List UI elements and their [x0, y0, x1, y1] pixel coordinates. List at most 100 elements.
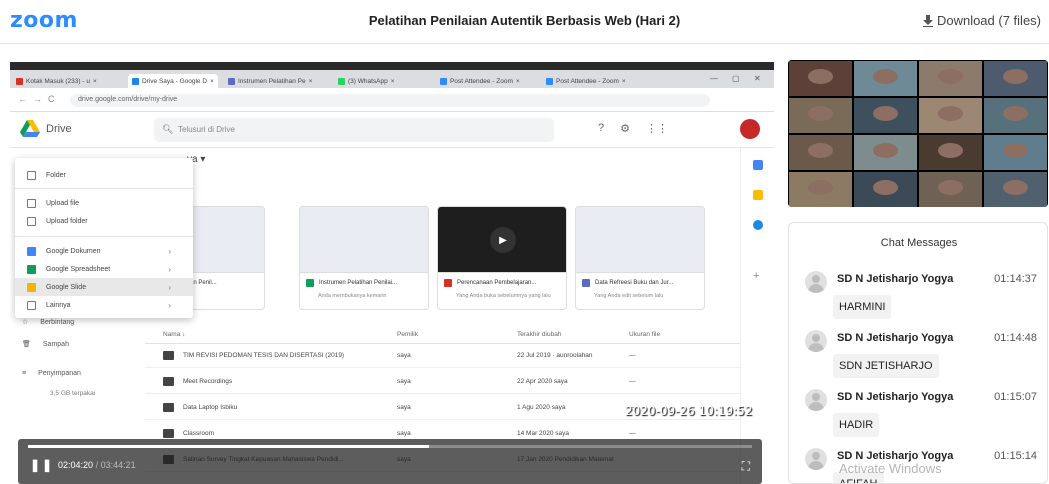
download-icon	[922, 14, 933, 27]
new-menu-item[interactable]: Google Spreadsheet ›	[15, 260, 193, 278]
participant-video-tile	[918, 60, 983, 97]
fullscreen-button[interactable]: ⛶	[742, 459, 750, 474]
pause-button[interactable]: ❚❚	[30, 458, 54, 472]
participant-video-tile	[788, 97, 853, 134]
playback-time: 02:04:20 / 03:44:21	[58, 460, 136, 470]
participant-face	[1002, 179, 1029, 196]
chat-time: 01:14:48	[994, 332, 1037, 344]
progress-bar[interactable]	[28, 445, 752, 448]
folder-icon	[163, 351, 174, 360]
chat-title: Chat Messages	[880, 237, 958, 249]
recording-timestamp: 2020-09-26 10:19:52	[625, 404, 753, 418]
tab-favicon-icon	[546, 77, 553, 85]
drive-logo-icon	[20, 120, 40, 137]
participant-video-tile	[853, 60, 918, 97]
address-bar: ←→C drive.google.com/drive/my-drive	[10, 88, 774, 112]
table-row[interactable]: Meet Recordings saya 22 Apr 2020 saya —	[145, 370, 740, 394]
quick-access-card[interactable]: ▶ Perencanaan Pembelajaran... Yang Anda bu…	[437, 206, 567, 310]
browser-tab[interactable]: Kotak Masuk (233) - u ×	[16, 74, 97, 88]
storage-text: 3,5 GB terpakai	[50, 390, 96, 397]
chevron-right-icon: ›	[168, 300, 171, 310]
avatar	[740, 119, 760, 139]
participant-gallery	[788, 60, 1048, 207]
file-type-icon	[306, 279, 314, 287]
participant-video-tile	[983, 60, 1048, 97]
participant-video-tile	[788, 134, 853, 171]
file-type-icon	[27, 216, 36, 226]
storage-icon: ≡	[22, 370, 27, 377]
participant-face	[1002, 68, 1029, 85]
chevron-right-icon: ›	[168, 246, 171, 256]
tab-favicon-icon	[440, 77, 447, 85]
star-icon: ☆	[22, 319, 29, 326]
participant-video-tile	[983, 134, 1048, 171]
nav-arrows-icon: ←→C	[18, 94, 61, 104]
chat-sender: SD N Jetisharjo Yogya	[837, 273, 954, 285]
search-icon: 🔍︎	[162, 124, 174, 134]
folder-icon	[163, 377, 174, 386]
table-row[interactable]: TIM REVISI PEDOMAN TESIS DAN DISERTASI (…	[145, 344, 740, 368]
browser-tab[interactable]: Instrumen Pelatihan Pe ×	[228, 74, 312, 88]
drive-header: Drive 🔍︎ Telusuri di Drive ? ⚙ ⋮⋮	[10, 112, 774, 148]
browser-tabstrip: Kotak Masuk (233) - u × Drive Saya - Googl…	[10, 62, 774, 88]
sidebar-item-starred: ☆ Berbintang	[22, 318, 75, 327]
close-icon: ×	[92, 77, 97, 85]
participant-face	[1002, 142, 1029, 159]
card-thumbnail: ▶	[438, 207, 566, 273]
chevron-right-icon: ›	[168, 264, 171, 274]
browser-tab[interactable]: Post Attendee - Zoom ×	[546, 74, 626, 88]
quick-access-card[interactable]: Data Refreesi Buku dan Jur... Yang Anda e…	[575, 206, 705, 310]
participant-face	[872, 105, 899, 122]
participant-face	[872, 179, 899, 196]
top-bar: zoom Pelatihan Penilaian Autentik Berbas…	[0, 0, 1049, 44]
maximize-icon: ▢	[732, 74, 740, 83]
participant-face	[1002, 105, 1029, 122]
participant-face	[807, 68, 834, 85]
file-type-icon	[27, 246, 36, 256]
sidebar-item-trash: 🗑︎ Sampah	[22, 340, 69, 349]
chat-sender: SD N Jetisharjo Yogya	[837, 391, 954, 403]
chevron-right-icon: ›	[168, 282, 171, 292]
participant-face	[872, 68, 899, 85]
file-type-icon	[582, 279, 590, 287]
browser-tab[interactable]: (3) WhatsApp ×	[338, 74, 395, 88]
browser-tab[interactable]: Drive Saya - Google D ×	[128, 74, 218, 88]
chat-text: HARMINI	[833, 295, 892, 319]
close-icon: ×	[390, 77, 395, 85]
participant-video-tile	[918, 134, 983, 171]
chat-message: SD N Jetisharjo Yogya 01:14:37 HARMINI	[789, 269, 1047, 329]
meeting-title: Pelatihan Penilaian Autentik Berbasis We…	[368, 13, 681, 28]
new-menu-item[interactable]: Upload folder	[15, 212, 193, 230]
screen-share-video[interactable]: Kotak Masuk (233) - u × Drive Saya - Googl…	[10, 62, 774, 484]
new-menu-item[interactable]: Google Slide ›	[15, 278, 193, 296]
participant-video-tile	[788, 171, 853, 207]
close-icon: ✕	[754, 74, 761, 83]
participant-face	[807, 105, 834, 122]
tab-favicon-icon	[338, 77, 345, 85]
browser-tab[interactable]: Post Attendee - Zoom ×	[440, 74, 520, 88]
drive-main: ya ▾ ut umen Pelatihan Penil...getipnya …	[135, 148, 740, 484]
folder-icon	[163, 429, 174, 438]
keep-icon	[753, 190, 763, 200]
drive-search: 🔍︎ Telusuri di Drive	[154, 118, 554, 142]
chat-text: SDN JETISHARJO	[833, 354, 939, 378]
close-icon: ×	[621, 77, 626, 85]
folder-icon	[163, 403, 174, 412]
participant-face	[937, 179, 964, 196]
card-thumbnail	[300, 207, 428, 273]
apps-grid-icon: ⋮⋮	[646, 123, 668, 135]
download-button[interactable]: Download (7 files)	[922, 13, 1041, 28]
quick-access-card[interactable]: Instrumen Pelatihan Penilai... Anda membu…	[299, 206, 429, 310]
avatar	[805, 330, 827, 352]
video-player-controls: ❚❚ 02:04:20 / 03:44:21 ⛶	[18, 439, 762, 484]
participant-video-tile	[788, 60, 853, 97]
new-menu-item[interactable]: Lainnya ›	[15, 296, 193, 314]
new-menu-item[interactable]: Upload file	[15, 194, 193, 212]
help-icon: ?	[598, 122, 605, 134]
new-menu-item[interactable]: Folder	[15, 166, 193, 184]
sidebar-item-storage: ≡ Penyimpanan	[22, 370, 81, 377]
new-menu-item[interactable]: Google Dokumen ›	[15, 242, 193, 260]
participant-video-tile	[853, 97, 918, 134]
chat-panel: Chat Messages SD N Jetisharjo Yogya 01:14…	[788, 222, 1048, 484]
drive-side-rail: +	[740, 148, 774, 484]
